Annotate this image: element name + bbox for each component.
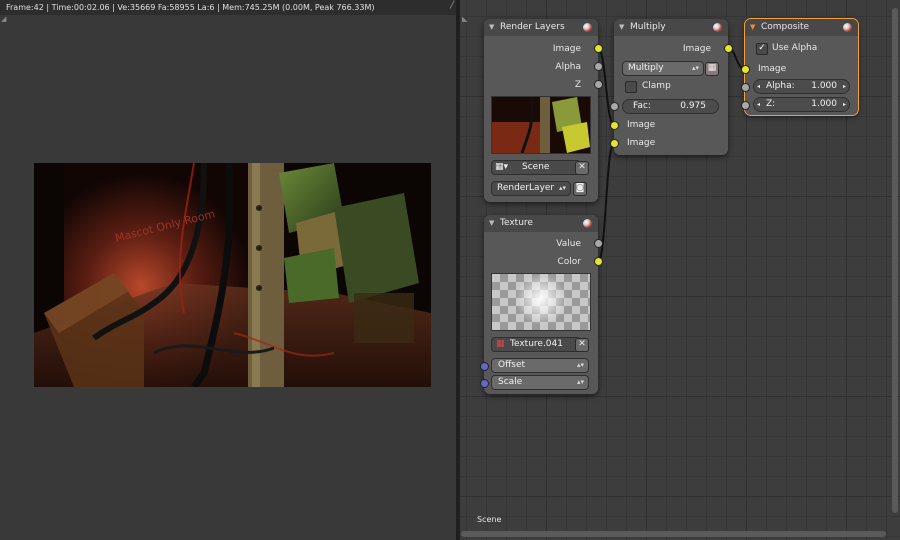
up-down-arrows-icon: ▴▾ <box>576 361 584 369</box>
scene-unlink-close-icon[interactable]: ✕ <box>575 161 589 175</box>
clamp-label: Clamp <box>642 81 671 91</box>
input-image-label: Image <box>758 64 787 74</box>
socket-color-out[interactable] <box>594 257 603 266</box>
offset-vector-field[interactable]: Offset ▴▾ <box>491 358 589 373</box>
status-info: Frame:42 | Time:00:02.06 | Ve:35669 Fa:5… <box>0 0 456 15</box>
socket-image-out[interactable] <box>594 44 603 53</box>
increment-arrow-icon[interactable]: ▸ <box>843 80 846 93</box>
decrement-arrow-icon[interactable]: ◂ <box>757 98 760 111</box>
socket-image-out[interactable] <box>724 44 733 53</box>
blend-mode-value: Multiply <box>628 63 664 73</box>
render-layer-value: RenderLayer <box>497 183 555 193</box>
collapse-triangle-icon[interactable]: ▼ <box>619 19 624 36</box>
scene-value: Scene <box>522 162 550 172</box>
socket-scale-in[interactable] <box>480 379 489 388</box>
texture-selector[interactable]: ▦ Texture.041 <box>491 337 581 352</box>
alpha-label: Alpha: <box>766 81 795 91</box>
output-alpha-label: Alpha <box>555 62 581 72</box>
node-title: Multiply <box>630 22 666 32</box>
render-layer-selector[interactable]: RenderLayer ▴▾ <box>491 181 571 196</box>
node-title: Texture <box>500 218 533 228</box>
clamp-checkbox[interactable] <box>625 81 637 93</box>
input-image2-label: Image <box>627 138 656 148</box>
multiply-header[interactable]: ▼ Multiply <box>614 19 728 36</box>
socket-image-in[interactable] <box>741 65 750 74</box>
output-image-label: Image <box>552 44 581 54</box>
image-editor-area[interactable]: Frame:42 | Time:00:02.06 | Ve:35669 Fa:5… <box>0 0 456 540</box>
node-preview-sphere-icon[interactable] <box>583 23 592 32</box>
texture-checker-icon: ▦ <box>496 339 505 349</box>
offset-label: Offset <box>498 360 526 370</box>
node-title: Composite <box>761 22 810 32</box>
output-image-label: Image <box>682 44 711 54</box>
area-corner-icon[interactable]: ◣ <box>462 16 468 23</box>
scale-vector-field[interactable]: Scale ▴▾ <box>491 375 589 390</box>
socket-offset-in[interactable] <box>480 362 489 371</box>
scale-label: Scale <box>498 377 523 387</box>
texture-preview <box>491 273 591 331</box>
up-down-arrows-icon: ▴▾ <box>558 184 566 192</box>
fac-value: 0.975 <box>680 101 706 111</box>
up-down-arrows-icon: ▴▾ <box>691 64 699 72</box>
node-title: Render Layers <box>500 22 565 32</box>
node-preview-sphere-icon[interactable] <box>713 23 722 32</box>
use-alpha-checkbox[interactable]: ✓ <box>756 43 768 55</box>
collapse-triangle-icon[interactable]: ▼ <box>750 19 755 36</box>
socket-fac-in[interactable] <box>610 102 619 111</box>
socket-z-out[interactable] <box>594 80 603 89</box>
rendered-image: Mascot Only Room <box>34 163 431 387</box>
socket-image1-in[interactable] <box>610 121 619 130</box>
texture-name-value: Texture.041 <box>510 339 563 349</box>
render-illustration: Mascot Only Room <box>34 163 431 387</box>
texture-node[interactable]: ▼ Texture Value Color ▦ Texture.041 ✕ Of… <box>484 215 598 394</box>
area-corner-icon[interactable]: ◢ <box>1 16 7 23</box>
collapse-triangle-icon[interactable]: ▼ <box>489 19 494 36</box>
render-layers-node[interactable]: ▼ Render Layers Image Alpha Z ▦▾ Scene ✕… <box>484 19 598 202</box>
texture-unlink-close-icon[interactable]: ✕ <box>575 338 589 352</box>
composite-header[interactable]: ▼ Composite <box>745 19 858 36</box>
socket-alpha-in[interactable] <box>741 83 750 92</box>
z-value: 1.000 <box>811 99 837 109</box>
node-preview-sphere-icon[interactable] <box>843 23 852 32</box>
output-z-label: Z <box>574 80 581 90</box>
alpha-field[interactable]: ◂ Alpha: 1.000 ▸ <box>753 79 850 94</box>
scene-name-label: Scene <box>477 515 502 524</box>
socket-image2-in[interactable] <box>610 139 619 148</box>
blend-mode-dropdown[interactable]: Multiply ▴▾ <box>622 61 704 76</box>
input-image1-label: Image <box>627 120 656 130</box>
socket-z-in[interactable] <box>741 101 750 110</box>
fac-label: Fac: <box>633 101 651 111</box>
increment-arrow-icon[interactable]: ▸ <box>843 98 846 111</box>
vertical-scrollbar[interactable] <box>892 8 898 513</box>
output-color-label: Color <box>557 257 582 267</box>
output-value-label: Value <box>556 239 581 249</box>
render-layers-header[interactable]: ▼ Render Layers <box>484 19 598 36</box>
up-down-arrows-icon: ▴▾ <box>576 378 584 386</box>
texture-header[interactable]: ▼ Texture <box>484 215 598 232</box>
multiply-node[interactable]: ▼ Multiply Image Multiply ▴▾ ▦ Clamp Fac… <box>614 19 728 155</box>
scene-selector[interactable]: ▦▾ Scene <box>491 160 581 175</box>
scene-datablock-icon: ▦▾ <box>495 162 509 172</box>
node-preview-sphere-icon[interactable] <box>583 219 592 228</box>
decrement-arrow-icon[interactable]: ◂ <box>757 80 760 93</box>
collapse-triangle-icon[interactable]: ▼ <box>489 215 494 232</box>
use-alpha-checker-icon[interactable]: ▦ <box>705 62 719 76</box>
render-thumbnail <box>491 96 591 154</box>
socket-alpha-out[interactable] <box>594 62 603 71</box>
socket-value-out[interactable] <box>594 239 603 248</box>
z-label: Z: <box>766 99 776 109</box>
use-alpha-label: Use Alpha <box>772 43 818 53</box>
fac-slider[interactable]: Fac: 0.975 <box>622 99 719 114</box>
horizontal-scrollbar[interactable] <box>461 531 886 537</box>
alpha-value: 1.000 <box>811 81 837 91</box>
z-field[interactable]: ◂ Z: 1.000 ▸ <box>753 97 850 112</box>
render-camera-icon[interactable]: ◙ <box>573 182 587 196</box>
composite-node[interactable]: ▼ Composite ✓ Use Alpha Image ◂ Alpha: 1… <box>744 18 859 116</box>
area-corner-icon[interactable]: ╱ <box>450 2 456 9</box>
